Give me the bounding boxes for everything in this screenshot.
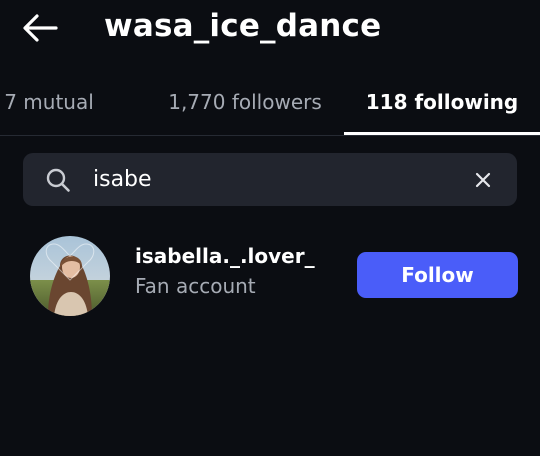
back-button[interactable] [18,10,62,46]
divider [0,135,540,136]
following-screen: wasa_ice_dance 7 mutual 1,770 followers … [0,0,540,456]
tab-following[interactable]: 118 following [344,74,540,130]
account-subtitle: Fan account [135,274,256,298]
tab-mutual[interactable]: 7 mutual [0,74,112,130]
profile-photo [30,236,110,316]
close-icon [475,172,491,188]
list-item[interactable]: isabella._.lover_ Fan account Follow [0,226,540,326]
avatar[interactable] [30,236,110,316]
clear-search-button[interactable] [469,166,497,194]
search-input[interactable] [93,161,453,198]
arrow-left-icon [23,14,58,42]
tab-bar: 7 mutual 1,770 followers 118 following [0,74,540,136]
account-username: isabella._.lover_ [135,244,315,268]
tab-followers[interactable]: 1,770 followers [152,74,338,130]
header: wasa_ice_dance [0,0,540,58]
page-title: wasa_ice_dance [104,8,382,44]
follow-button[interactable]: Follow [357,252,518,298]
search-icon [46,168,70,192]
search-bar [23,153,517,206]
